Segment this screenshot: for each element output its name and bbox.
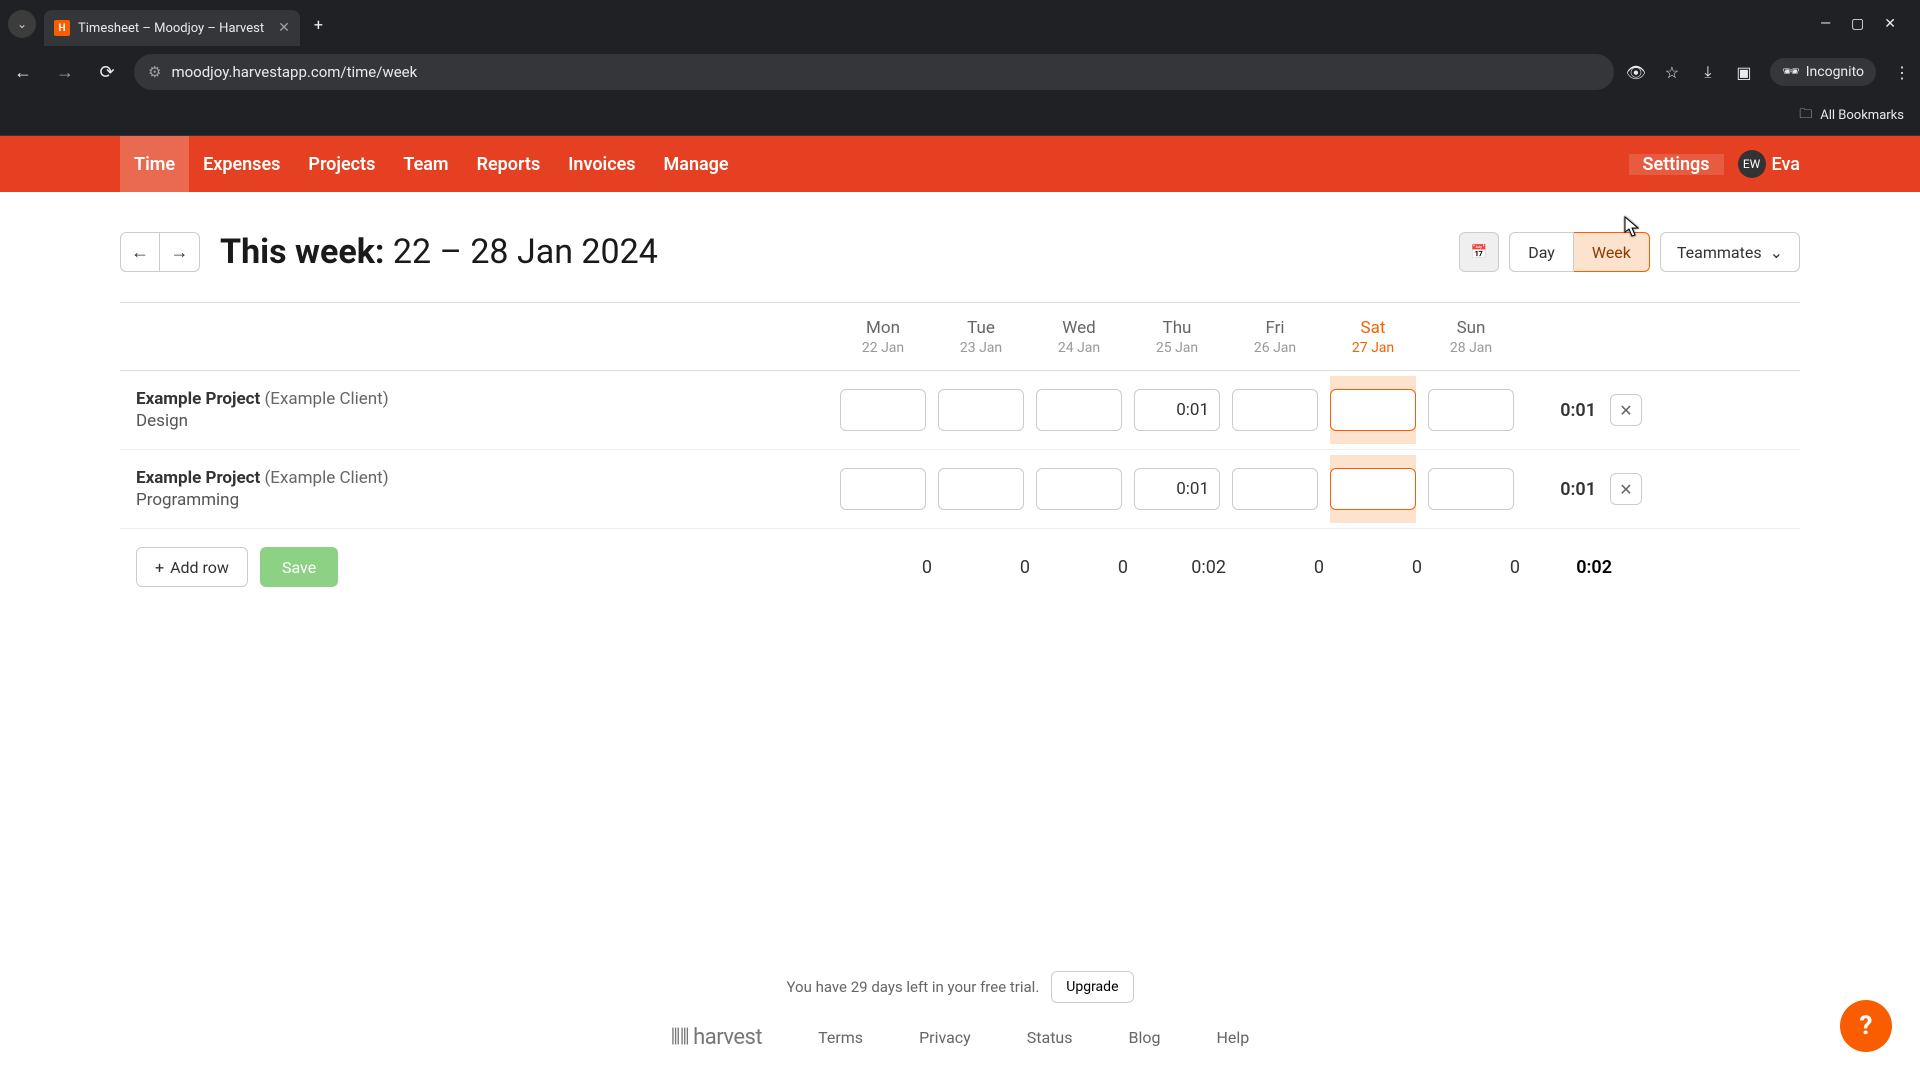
- upgrade-button[interactable]: Upgrade: [1051, 971, 1133, 1003]
- nav-reports[interactable]: Reports: [463, 136, 555, 192]
- next-week-button[interactable]: →: [160, 232, 200, 272]
- time-input[interactable]: [938, 468, 1024, 510]
- bookmark-star-icon[interactable]: ☆: [1662, 62, 1682, 82]
- row-label: Example Project (Example Client)Programm…: [120, 450, 840, 528]
- time-input[interactable]: [1330, 468, 1416, 510]
- nav-settings[interactable]: Settings: [1629, 154, 1724, 175]
- nav-team[interactable]: Team: [389, 136, 462, 192]
- time-input[interactable]: [840, 389, 926, 431]
- reload-icon[interactable]: ⟳: [92, 57, 122, 87]
- timesheet-row: Example Project (Example Client)Programm…: [120, 450, 1800, 529]
- calendar-button[interactable]: 📅: [1459, 232, 1499, 272]
- app-nav: TimeExpensesProjectsTeamReportsInvoicesM…: [0, 136, 1920, 192]
- time-input[interactable]: [1428, 468, 1514, 510]
- maximize-icon[interactable]: ▢: [1851, 16, 1864, 32]
- time-input[interactable]: [1134, 389, 1220, 431]
- day-header: Wed24 Jan: [1036, 306, 1122, 368]
- day-header: Thu25 Jan: [1134, 306, 1220, 368]
- browser-tab[interactable]: H Timesheet – Moodjoy – Harvest ✕: [44, 10, 300, 46]
- close-tab-icon[interactable]: ✕: [278, 20, 290, 36]
- remove-row-button[interactable]: ✕: [1610, 394, 1642, 426]
- day-total: 0: [1444, 557, 1530, 578]
- logo-bars-icon: ⦀⦀: [671, 1025, 689, 1050]
- footer-link-terms[interactable]: Terms: [818, 1028, 863, 1047]
- time-input[interactable]: [1232, 468, 1318, 510]
- plus-icon: +: [155, 558, 164, 577]
- view-day-button[interactable]: Day: [1509, 232, 1574, 272]
- url-text: moodjoy.harvestapp.com/time/week: [171, 63, 417, 81]
- footer-link-status[interactable]: Status: [1027, 1028, 1073, 1047]
- time-input[interactable]: [840, 468, 926, 510]
- hide-extension-icon[interactable]: 👁: [1626, 62, 1646, 82]
- page-footer: You have 29 days left in your free trial…: [0, 971, 1920, 1050]
- incognito-chip[interactable]: 🕶 Incognito: [1770, 58, 1876, 86]
- time-input[interactable]: [1036, 468, 1122, 510]
- user-name[interactable]: Eva: [1772, 154, 1800, 175]
- row-total: 0:01: [1514, 479, 1604, 500]
- incognito-icon: 🕶: [1782, 64, 1800, 80]
- timesheet-row: Example Project (Example Client)Design 0:…: [120, 371, 1800, 450]
- day-total: 0: [856, 557, 942, 578]
- menu-icon[interactable]: ⋮: [1892, 62, 1912, 82]
- time-input[interactable]: [1134, 468, 1220, 510]
- close-window-icon[interactable]: ✕: [1884, 16, 1896, 32]
- browser-chrome: ⌄ H Timesheet – Moodjoy – Harvest ✕ + — …: [0, 0, 1920, 136]
- teammates-dropdown[interactable]: Teammates ⌄: [1660, 232, 1800, 272]
- nav-projects[interactable]: Projects: [294, 136, 389, 192]
- nav-expenses[interactable]: Expenses: [189, 136, 294, 192]
- nav-time[interactable]: Time: [120, 136, 189, 192]
- footer-link-help[interactable]: Help: [1216, 1028, 1249, 1047]
- time-input[interactable]: [1330, 389, 1416, 431]
- day-total: 0: [1248, 557, 1334, 578]
- minimize-icon[interactable]: —: [1820, 16, 1831, 32]
- new-tab-icon[interactable]: +: [314, 15, 323, 34]
- day-header: Sat27 Jan: [1330, 306, 1416, 368]
- chevron-down-icon: ⌄: [1770, 243, 1783, 262]
- downloads-icon[interactable]: ⤓: [1698, 62, 1718, 82]
- remove-row-button[interactable]: ✕: [1610, 473, 1642, 505]
- day-header: Mon22 Jan: [840, 306, 926, 368]
- day-header: Tue23 Jan: [938, 306, 1024, 368]
- day-total: 0:02: [1150, 557, 1236, 578]
- day-header: Sun28 Jan: [1428, 306, 1514, 368]
- day-total: 0: [1052, 557, 1138, 578]
- row-total: 0:01: [1514, 400, 1604, 421]
- all-bookmarks-link[interactable]: All Bookmarks: [1820, 108, 1904, 123]
- add-row-button[interactable]: +Add row: [136, 547, 248, 587]
- harvest-logo: ⦀⦀ harvest: [671, 1025, 762, 1050]
- nav-invoices[interactable]: Invoices: [554, 136, 649, 192]
- favicon-icon: H: [54, 20, 70, 36]
- grand-total: 0:02: [1530, 557, 1620, 578]
- back-icon[interactable]: ←: [8, 57, 38, 87]
- footer-link-blog[interactable]: Blog: [1129, 1028, 1161, 1047]
- address-bar[interactable]: ⚙ moodjoy.harvestapp.com/time/week: [134, 54, 1614, 90]
- side-panel-icon[interactable]: ▣: [1734, 62, 1754, 82]
- time-input[interactable]: [1428, 389, 1514, 431]
- page-title: This week: 22 – 28 Jan 2024: [220, 232, 658, 272]
- time-input[interactable]: [1232, 389, 1318, 431]
- avatar[interactable]: EW: [1738, 150, 1766, 178]
- time-input[interactable]: [1036, 389, 1122, 431]
- tab-search-icon[interactable]: ⌄: [8, 10, 36, 38]
- row-label: Example Project (Example Client)Design: [120, 371, 840, 449]
- day-total: 0: [1346, 557, 1432, 578]
- tab-title: Timesheet – Moodjoy – Harvest: [78, 21, 264, 36]
- forward-icon: →: [50, 57, 80, 87]
- question-icon: ?: [1860, 1011, 1873, 1041]
- site-info-icon[interactable]: ⚙: [148, 63, 161, 81]
- day-total: 0: [954, 557, 1040, 578]
- footer-link-privacy[interactable]: Privacy: [919, 1028, 971, 1047]
- nav-manage[interactable]: Manage: [650, 136, 743, 192]
- time-input[interactable]: [938, 389, 1024, 431]
- folder-icon: 🗀: [1799, 105, 1812, 127]
- view-week-button[interactable]: Week: [1574, 232, 1650, 272]
- day-header: Fri26 Jan: [1232, 306, 1318, 368]
- prev-week-button[interactable]: ←: [120, 232, 160, 272]
- trial-text: You have 29 days left in your free trial…: [787, 978, 1040, 996]
- help-fab[interactable]: ?: [1840, 1000, 1892, 1052]
- calendar-icon: 📅: [1471, 245, 1488, 260]
- incognito-label: Incognito: [1806, 64, 1864, 80]
- save-button[interactable]: Save: [260, 547, 338, 587]
